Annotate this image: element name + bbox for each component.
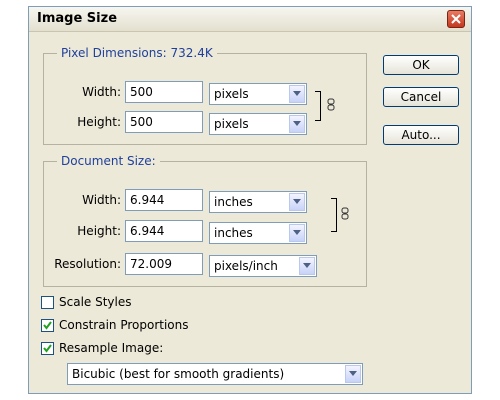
pixel-height-unit-value: pixels xyxy=(214,117,249,131)
chevron-down-icon xyxy=(293,91,301,96)
auto-button[interactable]: Auto... xyxy=(383,125,459,145)
pixel-height-input[interactable]: 500 xyxy=(125,111,203,133)
title-bar: Image Size xyxy=(29,7,471,32)
resolution-unit-select[interactable]: pixels/inch xyxy=(209,255,317,277)
pixel-dimensions-value: 732.4K xyxy=(170,46,213,60)
image-size-dialog: Image Size Pixel Dimensions: 732.4K Widt… xyxy=(28,6,472,394)
resolution-input[interactable]: 72.009 xyxy=(125,253,203,275)
checkmark-icon xyxy=(43,321,52,330)
cancel-button[interactable]: Cancel xyxy=(383,87,459,107)
checkmark-icon xyxy=(43,344,52,353)
pixel-width-label: Width: xyxy=(82,85,121,99)
constrain-proportions-checkbox[interactable] xyxy=(41,319,54,332)
ok-button[interactable]: OK xyxy=(383,55,459,75)
pixel-width-unit-select[interactable]: pixels xyxy=(209,83,307,105)
document-width-unit-select[interactable]: inches xyxy=(209,191,307,213)
pixel-width-unit-value: pixels xyxy=(214,87,249,101)
document-size-label: Document Size: xyxy=(57,154,160,168)
chevron-down-icon xyxy=(349,371,357,376)
dropdown-arrow xyxy=(289,85,305,103)
document-height-label: Height: xyxy=(77,224,121,238)
chevron-down-icon xyxy=(293,121,301,126)
resample-image-checkbox[interactable] xyxy=(41,342,54,355)
dialog-title: Image Size xyxy=(37,11,118,26)
scale-styles-label: Scale Styles xyxy=(59,295,132,309)
chain-link-icon xyxy=(327,98,335,111)
resolution-unit-value: pixels/inch xyxy=(214,259,278,273)
dropdown-arrow xyxy=(299,257,315,275)
document-height-unit-select[interactable]: inches xyxy=(209,222,307,244)
document-height-unit-value: inches xyxy=(214,226,253,240)
resample-method-value: Bicubic (best for smooth gradients) xyxy=(72,367,285,381)
chevron-down-icon xyxy=(293,199,301,204)
document-height-input[interactable]: 6.944 xyxy=(125,220,203,242)
pixel-width-input[interactable]: 500 xyxy=(125,81,203,103)
dropdown-arrow xyxy=(289,115,305,133)
dropdown-arrow xyxy=(289,193,305,211)
document-width-input[interactable]: 6.944 xyxy=(125,189,203,211)
pixel-dimensions-label: Pixel Dimensions: 732.4K xyxy=(57,46,217,60)
constrain-proportions-label: Constrain Proportions xyxy=(59,318,189,332)
dropdown-arrow xyxy=(345,365,361,383)
pixel-height-label: Height: xyxy=(77,115,121,129)
resolution-label: Resolution: xyxy=(54,257,121,271)
resample-method-select[interactable]: Bicubic (best for smooth gradients) xyxy=(67,363,363,385)
scale-styles-checkbox[interactable] xyxy=(41,296,54,309)
pixel-constrain-bracket xyxy=(315,91,321,121)
chevron-down-icon xyxy=(293,230,301,235)
document-constrain-bracket xyxy=(331,198,337,232)
chevron-down-icon xyxy=(303,263,311,268)
document-width-label: Width: xyxy=(82,193,121,207)
resample-image-label: Resample Image: xyxy=(59,341,164,355)
chain-link-icon xyxy=(341,207,349,220)
close-icon xyxy=(451,14,461,24)
document-width-unit-value: inches xyxy=(214,195,253,209)
pixel-height-unit-select[interactable]: pixels xyxy=(209,113,307,135)
dropdown-arrow xyxy=(289,224,305,242)
close-button[interactable] xyxy=(447,10,465,28)
